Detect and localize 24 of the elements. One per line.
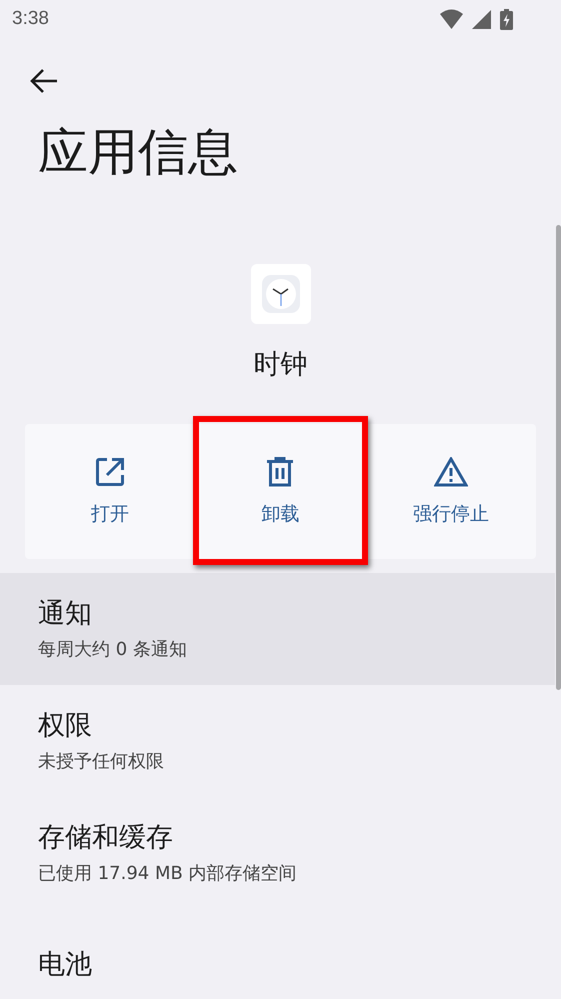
app-icon [250, 264, 310, 324]
item-summary: 每周大约 0 条通知 [38, 638, 188, 662]
settings-item[interactable]: 电池 [0, 909, 555, 999]
item-summary: 已使用 17.94 MB 内部存储空间 [38, 862, 298, 886]
action-button[interactable]: 卸载 [195, 424, 366, 559]
settings-item[interactable]: 权限 未授予任何权限 [0, 685, 555, 797]
page-title: 应用信息 [38, 122, 239, 182]
settings-item[interactable]: 存储和缓存 已使用 17.94 MB 内部存储空间 [0, 797, 555, 909]
item-summary: 未授予任何权限 [38, 750, 165, 774]
battery-charging-icon [500, 8, 513, 30]
item-title: 权限 [38, 709, 93, 743]
warning-icon [434, 456, 468, 486]
item-title: 电池 [38, 948, 93, 982]
item-title: 通知 [38, 597, 93, 631]
signal-icon [472, 10, 491, 28]
open-external-icon [95, 456, 126, 486]
status-time: 3:38 [12, 8, 49, 30]
settings-item[interactable]: 通知 每周大约 0 条通知 [0, 573, 555, 685]
wifi-icon [440, 9, 463, 29]
trash-icon [267, 456, 294, 486]
item-title: 存储和缓存 [38, 821, 174, 855]
app-name: 时钟 [252, 348, 308, 382]
action-button[interactable]: 强行停止 [366, 424, 536, 559]
action-button[interactable]: 打开 [25, 424, 196, 559]
